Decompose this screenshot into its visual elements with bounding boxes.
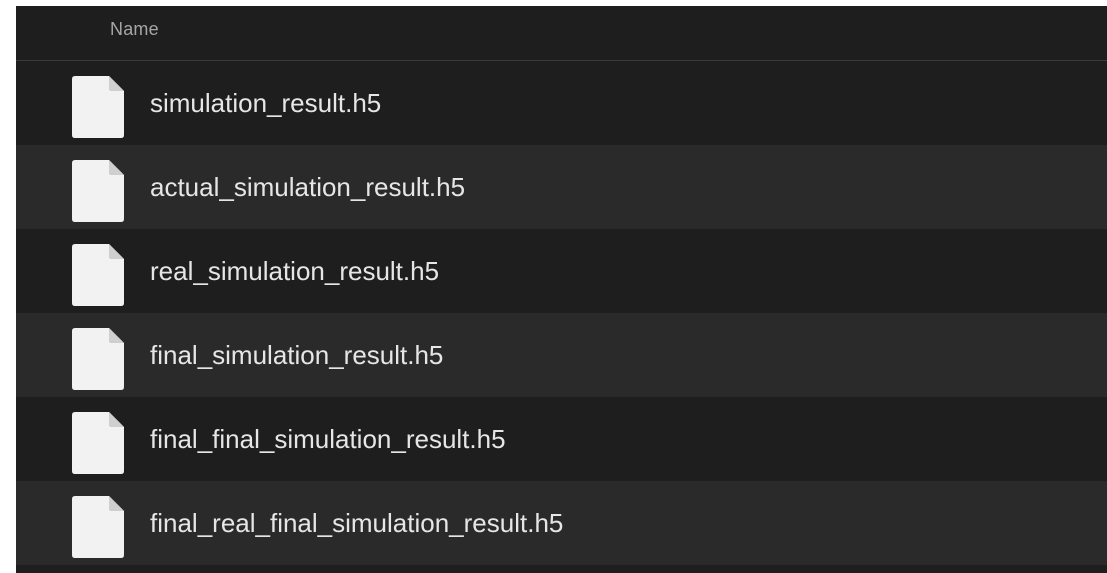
file-name: real_simulation_result.h5	[150, 256, 440, 286]
file-row[interactable]: simulation_result.h5	[16, 61, 1107, 145]
document-icon	[72, 496, 124, 558]
file-name: simulation_result.h5	[150, 88, 382, 118]
document-icon	[72, 160, 124, 222]
document-icon	[72, 412, 124, 474]
file-row[interactable]: actual_simulation_result.h5	[16, 145, 1107, 229]
file-name: final_simulation_result.h5	[150, 340, 444, 370]
name-column-header[interactable]: Name	[110, 19, 159, 40]
file-name: actual_simulation_result.h5	[150, 172, 466, 202]
file-list: Name simulation_result.h5 actual_simulat…	[16, 6, 1107, 573]
file-row[interactable]: final_final_simulation_result.h5	[16, 397, 1107, 481]
document-icon	[72, 328, 124, 390]
file-row[interactable]: final_simulation_result.h5	[16, 313, 1107, 397]
list-header: Name	[16, 6, 1107, 61]
file-row[interactable]: final_real_final_simulation_result.h5	[16, 481, 1107, 565]
document-icon	[72, 76, 124, 138]
document-icon	[72, 244, 124, 306]
file-row[interactable]: real_simulation_result.h5	[16, 229, 1107, 313]
file-name: final_real_final_simulation_result.h5	[150, 508, 564, 538]
file-name: final_final_simulation_result.h5	[150, 424, 506, 454]
